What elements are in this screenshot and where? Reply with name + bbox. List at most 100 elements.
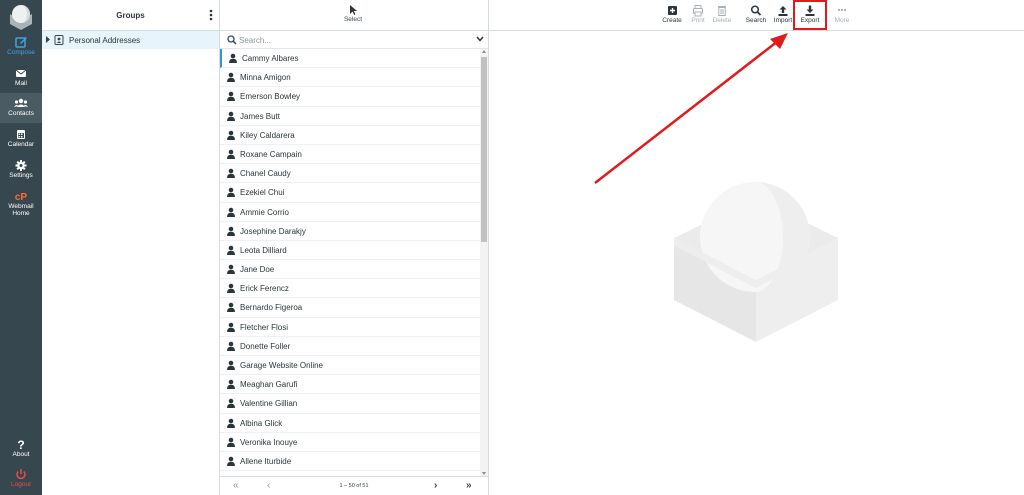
nav-mail[interactable]: Mail xyxy=(0,63,42,93)
contact-row[interactable]: Meaghan Garufi xyxy=(220,375,480,395)
user-icon xyxy=(227,207,235,217)
contact-row[interactable]: Ammie Corrio xyxy=(220,203,480,222)
nav-about[interactable]: ? About xyxy=(0,434,42,464)
contact-row[interactable]: Ezekiel Chui xyxy=(220,183,480,203)
search-icon xyxy=(227,35,237,45)
cpanel-icon: cP xyxy=(15,192,28,203)
contact-row[interactable]: Roxane Campain xyxy=(220,145,480,165)
contact-name: Kiley Caldarera xyxy=(240,130,295,140)
svg-text:cP: cP xyxy=(15,192,28,203)
svg-text:?: ? xyxy=(17,438,24,451)
contact-name: Ezekiel Chui xyxy=(240,188,285,198)
search-icon xyxy=(750,5,762,16)
empty-state-illustration xyxy=(674,182,838,342)
next-page-button[interactable]: › xyxy=(434,480,437,491)
print-label: Print xyxy=(691,17,705,24)
nav-settings[interactable]: Settings xyxy=(0,155,42,185)
contact-row[interactable]: Jane Doe xyxy=(220,260,480,280)
scrollbar[interactable] xyxy=(480,49,488,476)
nav-mail-label: Mail xyxy=(15,80,27,87)
more-label: More xyxy=(834,17,850,24)
nav-contacts-label: Contacts xyxy=(8,110,34,117)
contact-row[interactable]: Erick Ferencz xyxy=(220,279,480,299)
user-icon xyxy=(227,226,235,236)
gear-icon xyxy=(15,160,27,171)
trash-icon xyxy=(718,6,726,16)
user-icon xyxy=(227,283,235,294)
contact-name: Fletcher Flosi xyxy=(240,322,289,332)
contact-content-panel: Create Print Delete Search Import Export… xyxy=(489,0,1024,495)
user-icon xyxy=(227,360,235,370)
contact-row[interactable]: Albina Glick xyxy=(220,414,480,433)
plus-square-icon xyxy=(668,6,677,15)
contact-name: Albina Glick xyxy=(240,418,283,428)
groups-title: Groups xyxy=(116,11,145,20)
contact-row[interactable]: Fletcher Flosi xyxy=(220,318,480,337)
contact-name: Donette Foller xyxy=(240,341,291,351)
export-highlight-box xyxy=(793,0,827,30)
mail-icon xyxy=(15,69,27,77)
select-button[interactable]: Select xyxy=(338,4,368,23)
user-icon xyxy=(227,149,235,159)
user-icon xyxy=(227,341,235,351)
contact-name: Cammy Albares xyxy=(242,54,299,63)
contact-row[interactable]: James Butt xyxy=(220,107,480,126)
create-button[interactable]: Create xyxy=(659,4,685,24)
groups-header: Groups xyxy=(42,0,219,31)
contact-name: Roxane Campain xyxy=(240,149,302,159)
caret-right-icon[interactable] xyxy=(45,36,50,43)
contact-row[interactable]: Valentine Gillian xyxy=(220,394,480,414)
contact-row[interactable]: Leota Dilliard xyxy=(220,241,480,261)
contact-row[interactable]: Minna Amigon xyxy=(220,68,480,88)
user-icon xyxy=(227,418,235,428)
contact-row[interactable]: Chanel Caudy xyxy=(220,164,480,184)
contact-row[interactable]: Cammy Albares xyxy=(220,49,480,69)
search-button[interactable]: Search xyxy=(743,4,769,24)
nav-home-label: Home xyxy=(12,210,30,217)
user-icon xyxy=(227,379,235,390)
nav-about-label: About xyxy=(12,451,30,458)
contact-row[interactable]: Donette Foller xyxy=(220,337,480,356)
nav-calendar-label: Calendar xyxy=(7,141,35,148)
contact-row[interactable]: Kiley Caldarera xyxy=(220,126,480,145)
contact-row[interactable]: Allene Iturbide xyxy=(220,452,480,472)
more-button[interactable]: More xyxy=(829,4,855,24)
contact-name: Chanel Caudy xyxy=(240,169,291,179)
group-item-personal-addresses[interactable]: Personal Addresses xyxy=(42,31,219,49)
user-icon xyxy=(227,303,235,313)
scrollbar-thumb[interactable] xyxy=(481,57,487,242)
chevron-down-icon[interactable] xyxy=(476,36,484,42)
nav-logout[interactable]: Logout xyxy=(0,464,42,494)
nav-webmail-home[interactable]: cP Webmail Home xyxy=(0,186,42,222)
contact-name: Jane Doe xyxy=(240,265,275,275)
contact-name: Veronika Inouye xyxy=(240,437,298,447)
contact-row[interactable]: Garage Website Online xyxy=(220,356,480,376)
contact-row[interactable]: Josephine Darakjy xyxy=(220,222,480,241)
cursor-icon xyxy=(350,5,357,15)
contact-name: Erick Ferencz xyxy=(240,284,289,294)
user-icon xyxy=(227,399,235,409)
print-button[interactable]: Print xyxy=(685,4,711,24)
delete-button[interactable]: Delete xyxy=(709,4,735,24)
contact-name: Minna Amigon xyxy=(240,73,291,83)
scroll-up-arrow[interactable] xyxy=(482,50,486,53)
nav-calendar[interactable]: Calendar xyxy=(0,124,42,154)
scroll-down-arrow[interactable] xyxy=(482,472,486,475)
search-input[interactable] xyxy=(239,34,469,46)
contact-row[interactable]: Emerson Bowley xyxy=(220,87,480,107)
kebab-menu-icon[interactable] xyxy=(207,8,215,22)
user-icon xyxy=(227,245,235,255)
nav-compose[interactable]: Compose xyxy=(0,32,42,62)
nav-compose-label: Compose xyxy=(7,49,35,56)
nav-contacts[interactable]: Contacts xyxy=(0,93,42,123)
contact-row[interactable]: Veronika Inouye xyxy=(220,433,480,452)
contact-name: Ammie Corrio xyxy=(240,207,289,217)
user-icon xyxy=(227,130,235,140)
last-page-button[interactable]: » xyxy=(466,480,472,491)
contact-row[interactable]: Bernardo Figeroa xyxy=(220,298,480,318)
import-label: Import xyxy=(773,17,793,24)
roundcube-logo[interactable] xyxy=(7,4,35,30)
user-icon xyxy=(227,322,235,332)
contacts-list-panel: Select Cammy Albares Minna Amigon Emerson … xyxy=(220,0,489,495)
user-icon xyxy=(227,456,235,466)
